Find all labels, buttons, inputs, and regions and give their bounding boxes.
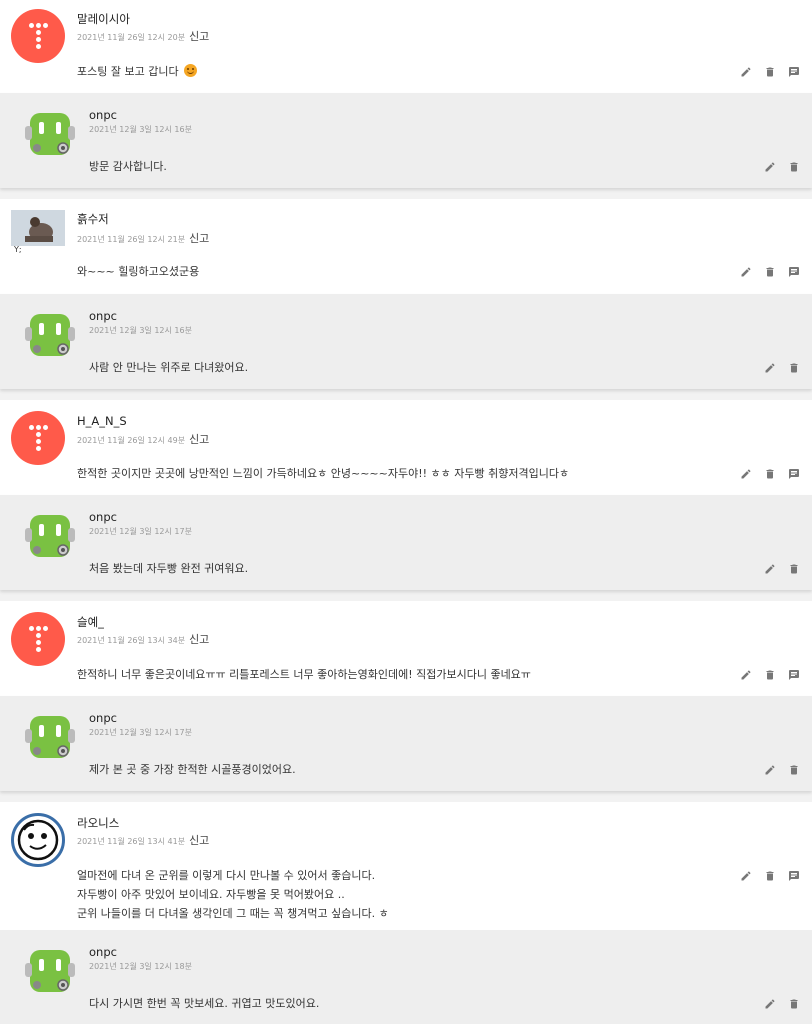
reply-item: onpc 2021년 12월 3일 12시 18분 다시 가시면 한번 꼭 맛보… [0, 930, 812, 1024]
avatar-caption: Y; [14, 245, 22, 254]
report-link[interactable]: 신고 [189, 834, 209, 847]
comment-date: 2021년 11월 26일 13시 41분 [77, 837, 186, 846]
reply-text: 사람 안 만나는 위주로 다녀왔어요. [89, 361, 249, 374]
reply-author[interactable]: onpc [89, 108, 117, 122]
report-link[interactable]: 신고 [189, 232, 209, 245]
reply-author[interactable]: onpc [89, 945, 117, 959]
avatar[interactable] [11, 9, 65, 63]
reply-text: 방문 감사합니다. [89, 160, 167, 173]
trash-icon[interactable] [764, 468, 776, 480]
comment-author[interactable]: 라오니스 [77, 815, 119, 831]
comment-author[interactable]: H_A_N_S [77, 414, 127, 428]
comment-meta: 2021년 11월 26일 12시 20분 신고 [77, 28, 209, 44]
trash-icon[interactable] [764, 266, 776, 278]
message-icon[interactable] [788, 66, 800, 78]
trash-icon[interactable] [788, 998, 800, 1010]
reply-text: 처음 봤는데 자두빵 완전 귀여워요. [89, 562, 249, 575]
comment-text-content: 포스팅 잘 보고 갑니다 [77, 65, 179, 78]
reply-item: onpc 2021년 12월 3일 12시 16분 사람 안 만나는 위주로 다… [0, 294, 812, 389]
pencil-icon[interactable] [764, 161, 776, 173]
robot-avatar[interactable] [24, 711, 76, 763]
reply-date: 2021년 12월 3일 12시 16분 [89, 125, 192, 134]
comment-text: 한적하니 너무 좋은곳이네요ㅠㅠ 리틀포레스트 너무 좋아하는영화인데에! 직접… [77, 668, 531, 681]
reply-item: onpc 2021년 12월 3일 12시 16분 방문 감사합니다. [0, 93, 812, 188]
reply-date: 2021년 12월 3일 12시 17분 [89, 728, 192, 737]
robot-avatar[interactable] [24, 945, 76, 997]
avatar[interactable] [11, 612, 65, 666]
pencil-icon[interactable] [764, 764, 776, 776]
robot-avatar[interactable] [24, 510, 76, 562]
smile-emoji-icon [184, 64, 198, 77]
comment-date: 2021년 11월 26일 13시 34분 [77, 636, 186, 645]
comment-text: 와~~~ 힐링하고오셨군용 [77, 265, 200, 278]
reply-text: 제가 본 곳 중 가장 한적한 시골풍경이었어요. [89, 763, 296, 776]
comment-author[interactable]: 슬예_ [77, 614, 104, 630]
trash-icon[interactable] [788, 362, 800, 374]
trash-icon[interactable] [764, 66, 776, 78]
message-icon[interactable] [788, 468, 800, 480]
message-icon[interactable] [788, 669, 800, 681]
pencil-icon[interactable] [764, 998, 776, 1010]
report-link[interactable]: 신고 [189, 633, 209, 646]
trash-icon[interactable] [788, 161, 800, 173]
comment-item: 라오니스 2021년 11월 26일 13시 41분 신고 얼마전에 다녀 온 군… [0, 802, 812, 930]
avatar[interactable] [11, 813, 65, 867]
comment-text: 얼마전에 다녀 온 군위를 이렇게 다시 만나볼 수 있어서 좋습니다. 자두빵… [77, 869, 389, 920]
pencil-icon[interactable] [740, 266, 752, 278]
robot-avatar[interactable] [24, 309, 76, 361]
pencil-icon[interactable] [764, 563, 776, 575]
reply-item: onpc 2021년 12월 3일 12시 17분 제가 본 곳 중 가장 한적… [0, 696, 812, 791]
pencil-icon[interactable] [740, 468, 752, 480]
reply-date: 2021년 12월 3일 12시 18분 [89, 962, 192, 971]
trash-icon[interactable] [788, 563, 800, 575]
reply-author[interactable]: onpc [89, 309, 117, 323]
comment-date: 2021년 11월 26일 12시 20분 [77, 33, 186, 42]
comment-meta: 2021년 11월 26일 12시 21분 신고 [77, 230, 209, 246]
comment-item: H_A_N_S 2021년 11월 26일 12시 49분 신고 한적한 곳이지만… [0, 400, 812, 495]
message-icon[interactable] [788, 870, 800, 882]
comment-meta: 2021년 11월 26일 12시 49분 신고 [77, 431, 209, 447]
reply-author[interactable]: onpc [89, 711, 117, 725]
reply-date: 2021년 12월 3일 12시 16분 [89, 326, 192, 335]
reply-date: 2021년 12월 3일 12시 17분 [89, 527, 192, 536]
message-icon[interactable] [788, 266, 800, 278]
reply-item: onpc 2021년 12월 3일 12시 17분 처음 봤는데 자두빵 완전 … [0, 495, 812, 590]
trash-icon[interactable] [764, 669, 776, 681]
comment-text: 포스팅 잘 보고 갑니다 [77, 62, 198, 81]
reply-author[interactable]: onpc [89, 510, 117, 524]
comment-item: 말레이시아 2021년 11월 26일 12시 20분 신고 포스팅 잘 보고 갑… [0, 0, 812, 93]
pencil-icon[interactable] [740, 66, 752, 78]
comment-date: 2021년 11월 26일 12시 21분 [77, 235, 186, 244]
reply-text: 다시 가시면 한번 꼭 맛보세요. 귀엽고 맛도있어요. [89, 997, 320, 1010]
trash-icon[interactable] [788, 764, 800, 776]
avatar[interactable]: Y; [11, 210, 65, 258]
pencil-icon[interactable] [764, 362, 776, 374]
trash-icon[interactable] [764, 870, 776, 882]
comment-text: 한적한 곳이지만 곳곳에 낭만적인 느낌이 가득하네요ㅎ 안녕~~~~자두야!!… [77, 467, 570, 480]
pencil-icon[interactable] [740, 870, 752, 882]
comment-date: 2021년 11월 26일 12시 49분 [77, 436, 186, 445]
report-link[interactable]: 신고 [189, 433, 209, 446]
comment-meta: 2021년 11월 26일 13시 34분 신고 [77, 631, 209, 647]
comment-item: 슬예_ 2021년 11월 26일 13시 34분 신고 한적하니 너무 좋은곳이… [0, 601, 812, 696]
report-link[interactable]: 신고 [189, 30, 209, 43]
avatar[interactable] [11, 411, 65, 465]
comment-item: Y; 흙수저 2021년 11월 26일 12시 21분 신고 와~~~ 힐링하고… [0, 199, 812, 294]
robot-avatar[interactable] [24, 108, 76, 160]
comment-author[interactable]: 말레이시아 [77, 11, 130, 27]
comment-meta: 2021년 11월 26일 13시 41분 신고 [77, 832, 209, 848]
comment-author[interactable]: 흙수저 [77, 211, 109, 227]
pencil-icon[interactable] [740, 669, 752, 681]
